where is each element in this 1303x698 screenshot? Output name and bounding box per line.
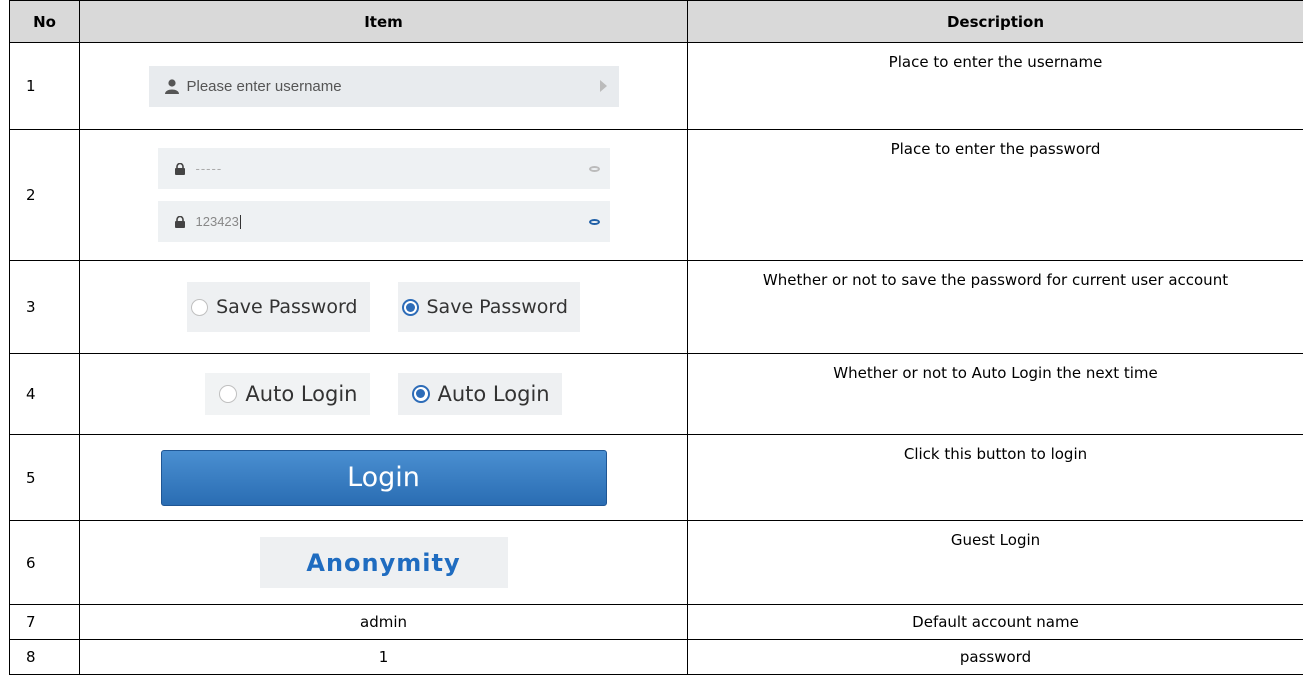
anonymity-button[interactable]: Anonymity [259, 537, 508, 588]
save-password-label: Save Password [216, 296, 358, 318]
auto-login-label: Auto Login [437, 382, 550, 406]
login-button[interactable]: Login [160, 449, 607, 506]
username-placeholder: Please enter username [186, 77, 342, 95]
auto-login-radio-unchecked[interactable]: Auto Login [205, 373, 370, 415]
row-number: 8 [9, 639, 80, 675]
save-password-radio-checked[interactable]: Save Password [397, 282, 580, 332]
row-number: 4 [9, 353, 80, 435]
row-number: 1 [9, 42, 80, 130]
lock-icon [174, 215, 186, 228]
password-plain-value: 123423 [195, 213, 239, 229]
header-item: Item [79, 0, 688, 43]
header-description: Description [687, 0, 1303, 43]
row-description: Default account name [687, 604, 1303, 640]
table-row: 1 Please enter username Place to enter t… [9, 42, 1303, 130]
text-caret [239, 215, 241, 230]
row-description: password [687, 639, 1303, 675]
radio-checked-icon [411, 385, 430, 403]
row-description: Place to enter the password [687, 129, 1303, 261]
password-examples: ----- 123423 [157, 148, 610, 242]
radio-checked-icon [401, 298, 419, 316]
auto-login-label: Auto Login [245, 382, 358, 406]
lock-icon [174, 162, 186, 175]
auto-login-radio-checked[interactable]: Auto Login [397, 373, 562, 415]
row-description: Whether or not to Auto Login the next ti… [687, 353, 1303, 435]
table-row: 4 Auto Login Auto Login Whether or not t… [9, 353, 1303, 435]
radio-icon [219, 385, 238, 403]
table-row: 7 admin Default account name [9, 604, 1303, 640]
password-input-masked[interactable]: ----- [157, 148, 610, 189]
row-description: Guest Login [687, 520, 1303, 605]
save-password-radio-unchecked[interactable]: Save Password [187, 282, 370, 332]
header-no: No [9, 0, 80, 43]
row-number: 2 [9, 129, 80, 261]
ui-description-table: No Item Description 1 Please enter usern… [9, 0, 1303, 675]
user-icon [164, 78, 179, 94]
row-description: Click this button to login [687, 434, 1303, 521]
password-input-visible[interactable]: 123423 [157, 201, 610, 242]
row-number: 6 [9, 520, 80, 605]
default-account-value: admin [79, 604, 688, 640]
username-input[interactable]: Please enter username [148, 65, 619, 107]
row-number: 5 [9, 434, 80, 521]
row-number: 7 [9, 604, 80, 640]
row-description: Whether or not to save the password for … [687, 260, 1303, 354]
table-row: 2 ----- 123423 Place to enter the passwo… [9, 129, 1303, 261]
password-masked-value: ----- [195, 161, 223, 176]
table-row: 3 Save Password Save Password Whether or… [9, 260, 1303, 354]
table-header-row: No Item Description [9, 0, 1303, 43]
table-row: 8 1 password [9, 639, 1303, 675]
row-description: Place to enter the username [687, 42, 1303, 130]
row-number: 3 [9, 260, 80, 354]
save-password-label: Save Password [426, 296, 568, 318]
eye-icon[interactable] [588, 218, 600, 225]
radio-icon [191, 298, 209, 316]
eye-icon[interactable] [588, 165, 600, 172]
default-password-value: 1 [79, 639, 688, 675]
arrow-right-icon[interactable] [599, 80, 607, 92]
table-row: 6 Anonymity Guest Login [9, 520, 1303, 605]
table-row: 5 Login Click this button to login [9, 434, 1303, 521]
